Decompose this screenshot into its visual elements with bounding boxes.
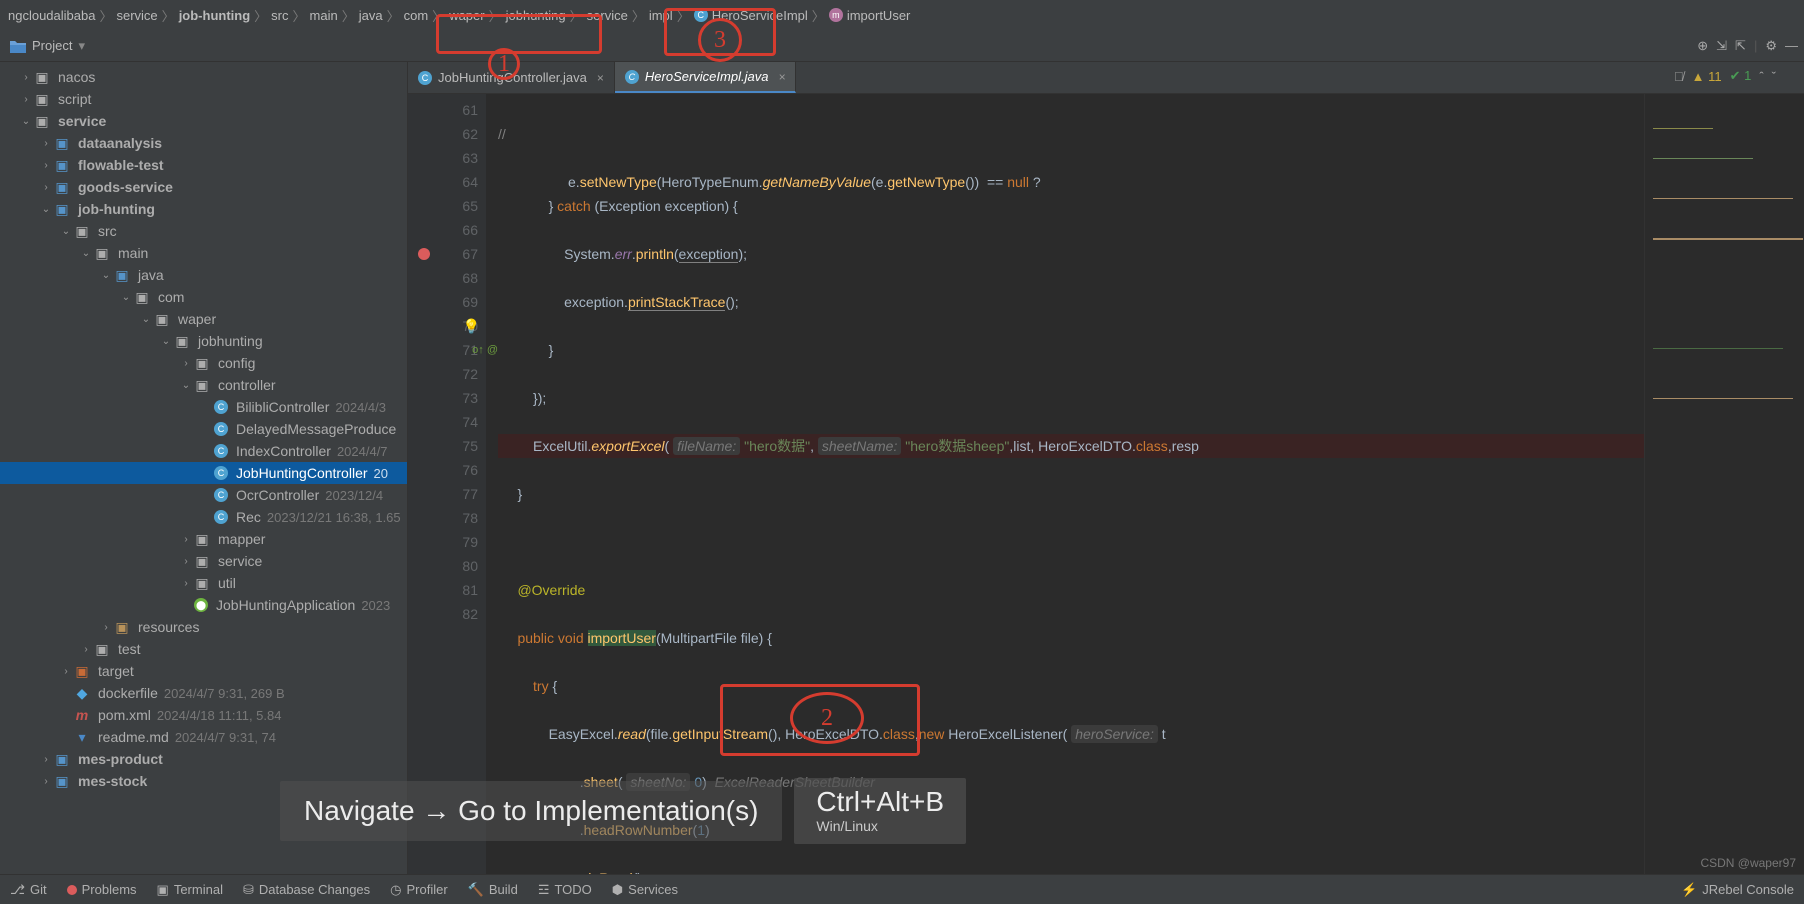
class-icon: C bbox=[694, 8, 708, 22]
tree-item[interactable]: ›▣test bbox=[0, 638, 407, 660]
ok-badge[interactable]: ✔ 1 bbox=[1730, 68, 1752, 84]
todo-tool[interactable]: ☲ TODO bbox=[538, 882, 592, 898]
reader-mode-icon[interactable]: 👁̸ bbox=[1674, 69, 1684, 84]
tree-item[interactable]: CBilibliController2024/4/3 bbox=[0, 396, 407, 418]
profiler-tool[interactable]: ◷ Profiler bbox=[390, 882, 448, 898]
collapse-all-icon[interactable]: ⇱ bbox=[1735, 38, 1746, 54]
crumb-class[interactable]: CHeroServiceImpl bbox=[694, 8, 808, 23]
tree-item[interactable]: ›▣dataanalysis bbox=[0, 132, 407, 154]
project-toolbar: Project ▾ ⊕ ⇲ ⇱ | ⚙ — bbox=[0, 30, 1804, 62]
intention-bulb-icon[interactable]: 💡 bbox=[463, 314, 480, 338]
project-tree[interactable]: ›▣nacos ›▣script ⌄▣service ›▣dataanalysi… bbox=[0, 62, 408, 874]
services-tool[interactable]: ⬢ Services bbox=[612, 882, 678, 898]
crumb[interactable]: ngcloudalibaba bbox=[8, 8, 95, 23]
tree-item[interactable]: ›▣nacos bbox=[0, 66, 407, 88]
breadcrumb: ngcloudalibaba〉 service〉 job-hunting〉 sr… bbox=[0, 0, 1804, 30]
gutter[interactable]: 61 62 63 64 65 66 67 68 69 💡70 o↑ @71 72… bbox=[408, 94, 486, 874]
build-tool[interactable]: 🔨 Build bbox=[468, 882, 518, 898]
warnings-badge[interactable]: ▲ 11 bbox=[1692, 69, 1722, 84]
tree-item[interactable]: ⌄▣jobhunting bbox=[0, 330, 407, 352]
tree-item[interactable]: ›▣mapper bbox=[0, 528, 407, 550]
tree-item[interactable]: ⌄▣src bbox=[0, 220, 407, 242]
tree-item[interactable]: COcrController2023/12/4 bbox=[0, 484, 407, 506]
tab-hero-service-impl[interactable]: CHeroServiceImpl.java× bbox=[615, 62, 797, 93]
action-name: Navigate → Go to Implementation(s) bbox=[280, 781, 782, 841]
prev-highlight-icon[interactable]: ˆ bbox=[1759, 69, 1763, 84]
settings-icon[interactable]: ⚙ bbox=[1765, 38, 1777, 54]
tree-item[interactable]: ⌄▣java bbox=[0, 264, 407, 286]
tree-item[interactable]: CIndexController2024/4/7 bbox=[0, 440, 407, 462]
breakpoint-icon[interactable] bbox=[418, 248, 430, 260]
tree-item[interactable]: ›▣flowable-test bbox=[0, 154, 407, 176]
crumb[interactable]: service bbox=[116, 8, 157, 23]
next-highlight-icon[interactable]: ˇ bbox=[1772, 69, 1776, 84]
crumb[interactable]: job-hunting bbox=[179, 8, 250, 23]
project-icon bbox=[10, 39, 26, 53]
hide-icon[interactable]: — bbox=[1785, 38, 1798, 54]
crumb[interactable]: jobhunting bbox=[506, 8, 566, 23]
tree-item[interactable]: ›▣util bbox=[0, 572, 407, 594]
tree-item[interactable]: CRec2023/12/21 16:38, 1.65 bbox=[0, 506, 407, 528]
tree-item[interactable]: ◆dockerfile2024/4/7 9:31, 269 B bbox=[0, 682, 407, 704]
crumb[interactable]: service bbox=[587, 8, 628, 23]
tree-item[interactable]: ⌄▣com bbox=[0, 286, 407, 308]
tree-item[interactable]: CDelayedMessageProduce bbox=[0, 418, 407, 440]
crumb[interactable]: waper bbox=[449, 8, 484, 23]
git-tool[interactable]: ⎇ Git bbox=[10, 882, 47, 898]
tree-item[interactable]: ›▣goods-service bbox=[0, 176, 407, 198]
class-icon: C bbox=[418, 71, 432, 85]
problems-tool[interactable]: Problems bbox=[67, 882, 137, 897]
tab-jobhunting-controller[interactable]: CJobHuntingController.java× bbox=[408, 62, 615, 93]
tree-item[interactable]: ⌄▣waper bbox=[0, 308, 407, 330]
crumb[interactable]: java bbox=[359, 8, 383, 23]
watermark: CSDN @waper97 bbox=[1700, 856, 1796, 870]
shortcut-key: Ctrl+Alt+B Win/Linux bbox=[794, 778, 966, 844]
expand-all-icon[interactable]: ⇲ bbox=[1716, 38, 1727, 54]
tree-item[interactable]: ›▣config bbox=[0, 352, 407, 374]
terminal-tool[interactable]: ▣ Terminal bbox=[157, 882, 223, 898]
editor-tabs: CJobHuntingController.java× CHeroService… bbox=[408, 62, 1804, 94]
tree-item[interactable]: ›▣target bbox=[0, 660, 407, 682]
jrebel-tool[interactable]: ⚡ JRebel Console bbox=[1681, 882, 1794, 898]
tree-item[interactable]: ⌄▣main bbox=[0, 242, 407, 264]
tree-item[interactable]: ›▣resources bbox=[0, 616, 407, 638]
tree-item[interactable]: ▾readme.md2024/4/7 9:31, 74 bbox=[0, 726, 407, 748]
db-changes-tool[interactable]: ⛁ Database Changes bbox=[243, 882, 370, 898]
tree-item[interactable]: ›▣service bbox=[0, 550, 407, 572]
crumb-method[interactable]: mimportUser bbox=[829, 8, 911, 23]
tree-item[interactable]: mpom.xml2024/4/18 11:11, 5.84 bbox=[0, 704, 407, 726]
key-promoter-popup: Navigate → Go to Implementation(s) Ctrl+… bbox=[280, 778, 966, 844]
tree-item[interactable]: ›▣script bbox=[0, 88, 407, 110]
project-view-selector[interactable]: Project ▾ bbox=[4, 38, 91, 54]
tree-item[interactable]: ⌄▣controller bbox=[0, 374, 407, 396]
crumb[interactable]: main bbox=[310, 8, 338, 23]
tree-item[interactable]: ⬤JobHuntingApplication2023 bbox=[0, 594, 407, 616]
tree-item-selected[interactable]: CJobHuntingController20 bbox=[0, 462, 407, 484]
tree-item[interactable]: ⌄▣service bbox=[0, 110, 407, 132]
bottom-toolbar: ⎇ Git Problems ▣ Terminal ⛁ Database Cha… bbox=[0, 874, 1804, 904]
method-icon: m bbox=[829, 8, 843, 22]
class-icon: C bbox=[625, 70, 639, 84]
crumb[interactable]: src bbox=[271, 8, 288, 23]
close-icon[interactable]: × bbox=[597, 71, 604, 85]
inspection-widget[interactable]: 👁̸ ▲ 11 ✔ 1 ˆ ˇ bbox=[1674, 68, 1776, 84]
code-editor[interactable]: // e.setNewType(HeroTypeEnum.getNameByVa… bbox=[486, 94, 1644, 874]
tree-item[interactable]: ⌄▣job-hunting bbox=[0, 198, 407, 220]
crumb[interactable]: impl bbox=[649, 8, 673, 23]
locate-icon[interactable]: ⊕ bbox=[1697, 38, 1708, 54]
close-icon[interactable]: × bbox=[778, 70, 785, 84]
minimap[interactable] bbox=[1644, 94, 1804, 874]
tree-item[interactable]: ›▣mes-product bbox=[0, 748, 407, 770]
crumb[interactable]: com bbox=[404, 8, 429, 23]
